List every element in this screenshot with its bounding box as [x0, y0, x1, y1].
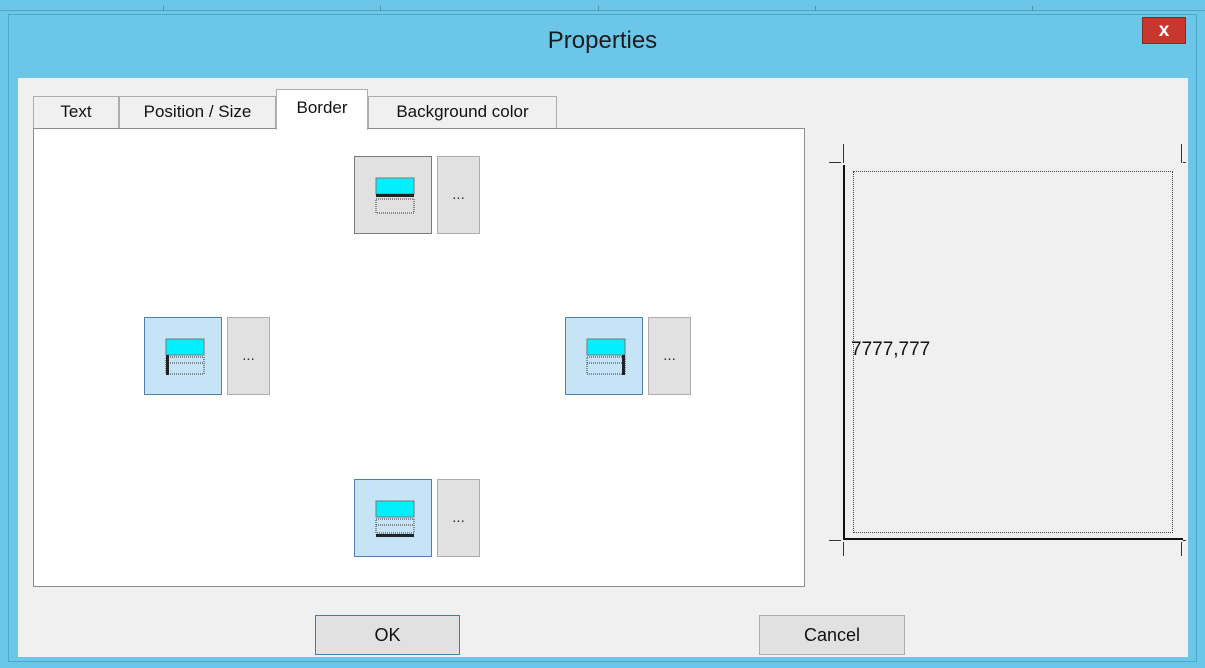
- preview-text: 7777,777: [851, 339, 931, 360]
- left-border-more-button[interactable]: ...: [227, 317, 270, 395]
- left-border-button[interactable]: [144, 317, 222, 395]
- ok-button[interactable]: OK: [315, 615, 460, 655]
- bottom-border-button[interactable]: [354, 479, 432, 557]
- properties-dialog: Properties x Text Position / Size Border…: [8, 14, 1197, 662]
- ruler-tick: [163, 6, 164, 11]
- dialog-title: Properties: [547, 27, 658, 54]
- crop-mark: [829, 162, 841, 163]
- crop-mark: [1181, 144, 1182, 163]
- crop-mark: [843, 144, 844, 163]
- dialog-client-area: Text Position / Size Border Background c…: [18, 78, 1188, 657]
- ruler-strip: [0, 0, 1205, 14]
- crop-mark: [1181, 542, 1182, 556]
- bottom-border-more-button[interactable]: ...: [437, 479, 480, 557]
- tab-position-size[interactable]: Position / Size: [119, 96, 276, 128]
- ruler-tick: [380, 6, 381, 11]
- ruler-tick: [1032, 6, 1033, 11]
- tab-border[interactable]: Border: [276, 89, 368, 130]
- crop-mark: [1183, 162, 1186, 163]
- ruler-line: [0, 10, 1205, 11]
- top-border-more-button[interactable]: ...: [437, 156, 480, 234]
- border-tab-panel: ... ... ... ...: [33, 128, 805, 587]
- crop-mark: [829, 540, 841, 541]
- bottom-border-icon: [375, 500, 415, 537]
- top-border-icon: [375, 177, 415, 214]
- ruler-tick: [598, 6, 599, 11]
- tab-background-color[interactable]: Background color: [368, 96, 557, 128]
- tab-text[interactable]: Text: [33, 96, 119, 128]
- close-button[interactable]: x: [1142, 17, 1186, 44]
- left-border-icon: [165, 338, 205, 375]
- right-border-more-button[interactable]: ...: [648, 317, 691, 395]
- top-border-button[interactable]: [354, 156, 432, 234]
- crop-mark: [1183, 540, 1186, 541]
- right-border-icon: [586, 338, 626, 375]
- preview-frame: 7777,777: [843, 165, 1183, 540]
- crop-mark: [843, 542, 844, 556]
- cancel-button[interactable]: Cancel: [759, 615, 905, 655]
- ruler-tick: [815, 6, 816, 11]
- right-border-button[interactable]: [565, 317, 643, 395]
- border-preview: 7777,777: [826, 144, 1186, 574]
- title-bar[interactable]: Properties x: [9, 15, 1196, 75]
